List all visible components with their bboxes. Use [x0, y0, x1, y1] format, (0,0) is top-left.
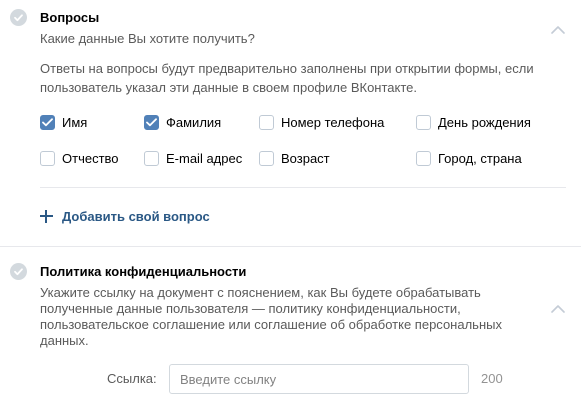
questions-hint: Ответы на вопросы будут предварительно з…: [40, 61, 534, 95]
field-label: Номер телефона: [281, 115, 385, 130]
questions-title: Вопросы: [40, 10, 100, 25]
patronymic-checkbox[interactable]: [40, 151, 55, 166]
field-label: Возраст: [281, 151, 330, 166]
field-last-name[interactable]: Фамилия: [144, 114, 221, 131]
questions-divider: [40, 187, 566, 188]
privacy-description: Укажите ссылку на документ с пояснением,…: [40, 285, 502, 348]
field-first-name[interactable]: Имя: [40, 114, 87, 131]
field-email[interactable]: E-mail адрес: [144, 150, 242, 167]
collapse-questions-chevron-up-icon[interactable]: [551, 22, 565, 34]
char-limit-counter: 200: [481, 371, 503, 386]
fields-row-1: Имя Фамилия Номер телефона День рождения: [40, 114, 570, 131]
age-checkbox[interactable]: [259, 151, 274, 166]
add-question-label: Добавить свой вопрос: [62, 209, 210, 224]
field-label: Город, страна: [438, 151, 522, 166]
field-city-country[interactable]: Город, страна: [416, 150, 522, 167]
last-name-checkbox[interactable]: [144, 115, 159, 130]
field-label: Фамилия: [166, 115, 222, 130]
questions-subtitle: Какие данные Вы хотите получить?: [40, 31, 255, 46]
section-status-check-icon: [10, 263, 27, 280]
field-label: День рождения: [438, 115, 531, 130]
add-question-button[interactable]: Добавить свой вопрос: [40, 208, 210, 225]
collapse-privacy-chevron-up-icon[interactable]: [551, 301, 565, 313]
privacy-title: Политика конфиденциальности: [40, 264, 247, 279]
field-label: Отчество: [62, 151, 119, 166]
city-country-checkbox[interactable]: [416, 151, 431, 166]
phone-number-checkbox[interactable]: [259, 115, 274, 130]
field-label: E-mail адрес: [166, 151, 243, 166]
first-name-checkbox[interactable]: [40, 115, 55, 130]
fields-row-2: Отчество E-mail адрес Возраст Город, стр…: [40, 150, 570, 167]
field-phone-number[interactable]: Номер телефона: [259, 114, 384, 131]
section-status-check-icon: [10, 9, 27, 26]
privacy-link-input[interactable]: [169, 364, 469, 394]
field-age[interactable]: Возраст: [259, 150, 330, 167]
plus-icon: [40, 210, 53, 223]
field-birthday[interactable]: День рождения: [416, 114, 531, 131]
email-checkbox[interactable]: [144, 151, 159, 166]
link-label: Ссылка:: [107, 371, 157, 386]
questions-section: Вопросы Какие данные Вы хотите получить?…: [0, 0, 581, 246]
field-patronymic[interactable]: Отчество: [40, 150, 119, 167]
birthday-checkbox[interactable]: [416, 115, 431, 130]
privacy-section: Политика конфиденциальности Укажите ссыл…: [0, 247, 581, 402]
field-label: Имя: [62, 115, 88, 130]
